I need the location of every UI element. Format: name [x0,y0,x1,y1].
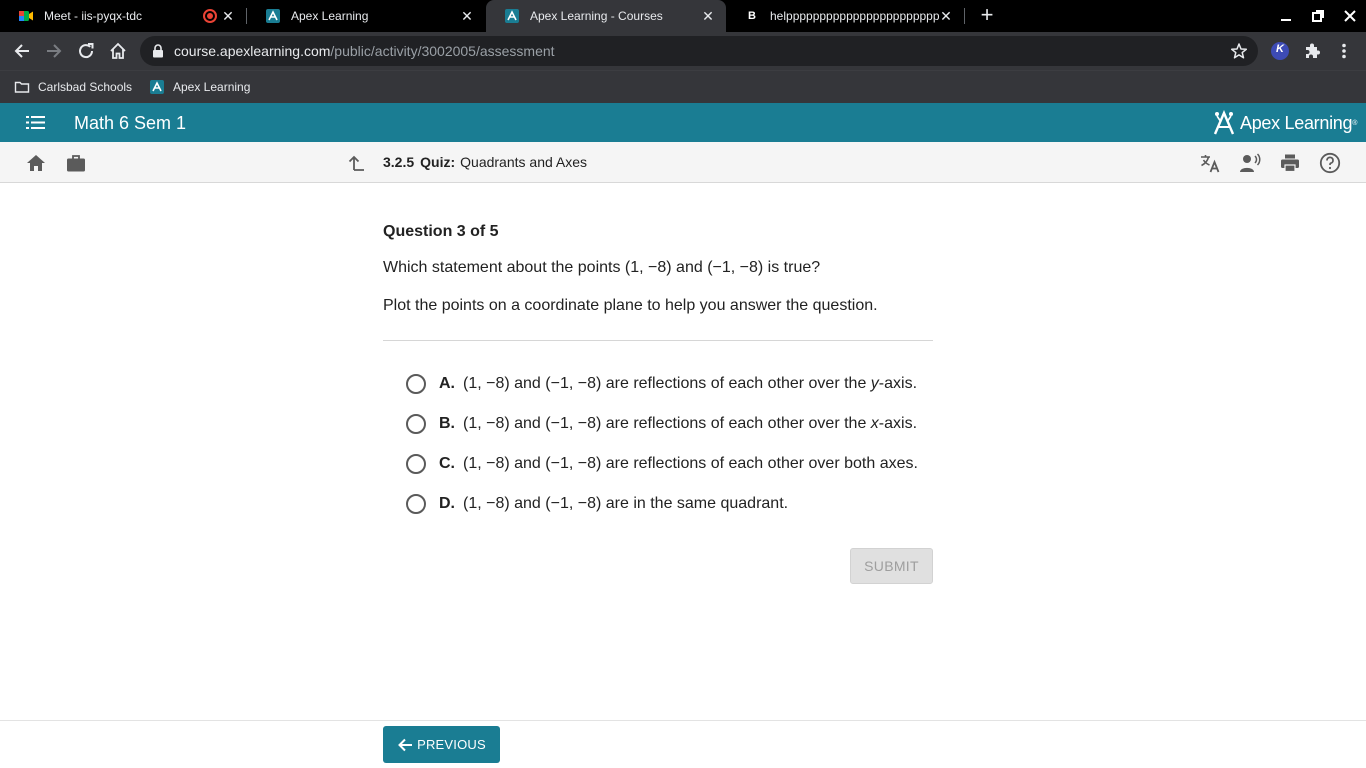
radio-button[interactable] [406,494,426,514]
answer-option-d[interactable]: D. (1, −8) and (−1, −8) are in the same … [406,484,936,524]
question-divider [383,340,933,341]
folder-icon [14,79,30,95]
bookmark-apex-learning[interactable]: Apex Learning [149,77,250,97]
recording-indicator-icon [203,9,217,23]
brainly-favicon-icon: B [748,10,756,22]
previous-button[interactable]: PREVIOUS [383,726,500,763]
browser-tab-brainly[interactable]: B helppppppppppppppppppppppp ✕ [726,0,964,32]
app-header: Math 6 Sem 1 Apex Learning ® [0,103,1366,142]
previous-label: PREVIOUS [417,737,486,752]
print-icon[interactable] [1279,152,1301,174]
apex-favicon-icon [265,8,281,24]
browser-tab-meet[interactable]: Meet - iis-pyqx-tdc ✕ [0,0,246,32]
question-hint: Plot the points on a coordinate plane to… [383,297,878,314]
new-tab-button[interactable]: + [976,4,998,27]
apex-favicon-icon [504,8,520,24]
radio-button[interactable] [406,454,426,474]
answer-options: A. (1, −8) and (−1, −8) are reflections … [406,364,936,524]
option-text-post: -axis. [878,415,918,432]
option-text: (1, −8) and (−1, −8) are in the same qua… [463,495,789,512]
activity-name: Quadrants and Axes [460,154,588,170]
bookmarks-bar: Carlsbad Schools Apex Learning [0,70,1366,103]
address-bar[interactable]: course.apexlearning.com/public/activity/… [140,36,1258,66]
arrow-left-icon [397,737,413,753]
question-footer: PREVIOUS [0,720,1366,768]
tab-title: helppppppppppppppppppppppp [770,9,940,23]
close-tab-icon[interactable]: ✕ [938,8,954,24]
forward-arrow-icon[interactable] [43,40,65,62]
home-icon[interactable] [107,40,129,62]
close-tab-icon[interactable]: ✕ [220,8,236,24]
option-letter: A. [439,375,455,392]
tab-title: Apex Learning [291,9,369,23]
option-letter: D. [439,495,455,512]
answer-option-c[interactable]: C. (1, −8) and (−1, −8) are reflections … [406,444,936,484]
tab-separator [964,8,965,24]
option-text-pre: (1, −8) and (−1, −8) are reflections of … [463,415,871,432]
apex-learning-logo[interactable]: Apex Learning ® [1212,109,1357,137]
activity-breadcrumb: 3.2.5 Quiz: Quadrants and Axes [383,154,587,170]
logo-text: Apex Learning [1240,112,1353,133]
tab-title: Meet - iis-pyqx-tdc [44,9,143,23]
bookmark-label: Apex Learning [173,80,251,94]
option-variable: y [870,375,879,392]
radio-button[interactable] [406,374,426,394]
url-text: course.apexlearning.com/public/activity/… [174,43,555,59]
option-letter: B. [439,415,455,432]
bookmark-star-icon[interactable] [1230,42,1248,60]
bookmark-carlsbad-schools[interactable]: Carlsbad Schools [14,77,132,97]
home-icon[interactable] [25,152,47,174]
close-window-icon[interactable] [1340,6,1360,26]
translate-icon[interactable] [1199,152,1221,174]
browser-tab-apex[interactable]: Apex Learning ✕ [247,0,485,32]
option-text-pre: (1, −8) and (−1, −8) are reflections of … [463,375,871,392]
option-variable: x [870,415,879,432]
option-text-post: -axis. [878,375,918,392]
answer-option-a[interactable]: A. (1, −8) and (−1, −8) are reflections … [406,364,936,404]
briefcase-icon[interactable] [65,152,87,174]
minimize-window-icon[interactable] [1276,6,1296,26]
answer-option-b[interactable]: B. (1, −8) and (−1, −8) are reflections … [406,404,936,444]
bookmark-label: Carlsbad Schools [38,80,133,94]
apex-favicon-icon [149,79,165,95]
google-meet-icon [18,8,34,24]
submit-button[interactable]: SUBMIT [850,548,933,584]
close-tab-icon[interactable]: ✕ [459,8,475,24]
close-tab-icon[interactable]: ✕ [700,8,716,24]
activity-toolbar: 3.2.5 Quiz: Quadrants and Axes [0,142,1366,183]
back-arrow-icon[interactable] [11,40,33,62]
option-letter: C. [439,455,455,472]
tab-title: Apex Learning - Courses [530,9,663,23]
logo-trademark: ® [1352,119,1358,127]
browser-tab-strip: Meet - iis-pyqx-tdc ✕ Apex Learning ✕ Ap… [0,0,1366,32]
option-text: (1, −8) and (−1, −8) are reflections of … [463,375,917,393]
course-menu-icon[interactable] [26,114,46,131]
browser-menu-kebab-icon[interactable] [1334,41,1354,61]
url-host: course.apexlearning.com [174,43,331,59]
restore-window-icon[interactable] [1308,6,1328,26]
help-icon[interactable] [1319,152,1341,174]
option-text: (1, −8) and (−1, −8) are reflections of … [463,455,918,472]
question-text: Which statement about the points (1, −8)… [383,259,821,276]
extension-letter: K [1276,43,1284,55]
url-path: /public/activity/3002005/assessment [330,43,555,59]
apex-logo-mark-icon [1212,109,1236,136]
text-to-speech-icon[interactable] [1239,152,1261,174]
activity-kind: Quiz: [420,154,456,170]
kami-extension-icon[interactable]: K [1270,41,1290,61]
extensions-puzzle-icon[interactable] [1302,41,1322,61]
activity-number: 3.2.5 [383,154,415,170]
browser-toolbar: course.apexlearning.com/public/activity/… [0,32,1366,70]
browser-tab-apex-courses[interactable]: Apex Learning - Courses ✕ [486,0,726,32]
radio-button[interactable] [406,414,426,434]
up-level-arrow-icon[interactable] [348,153,366,173]
option-text: (1, −8) and (−1, −8) are reflections of … [463,415,917,433]
reload-icon[interactable] [75,40,97,62]
question-counter: Question 3 of 5 [383,223,499,240]
lock-icon [152,44,164,58]
course-title: Math 6 Sem 1 [74,113,187,133]
